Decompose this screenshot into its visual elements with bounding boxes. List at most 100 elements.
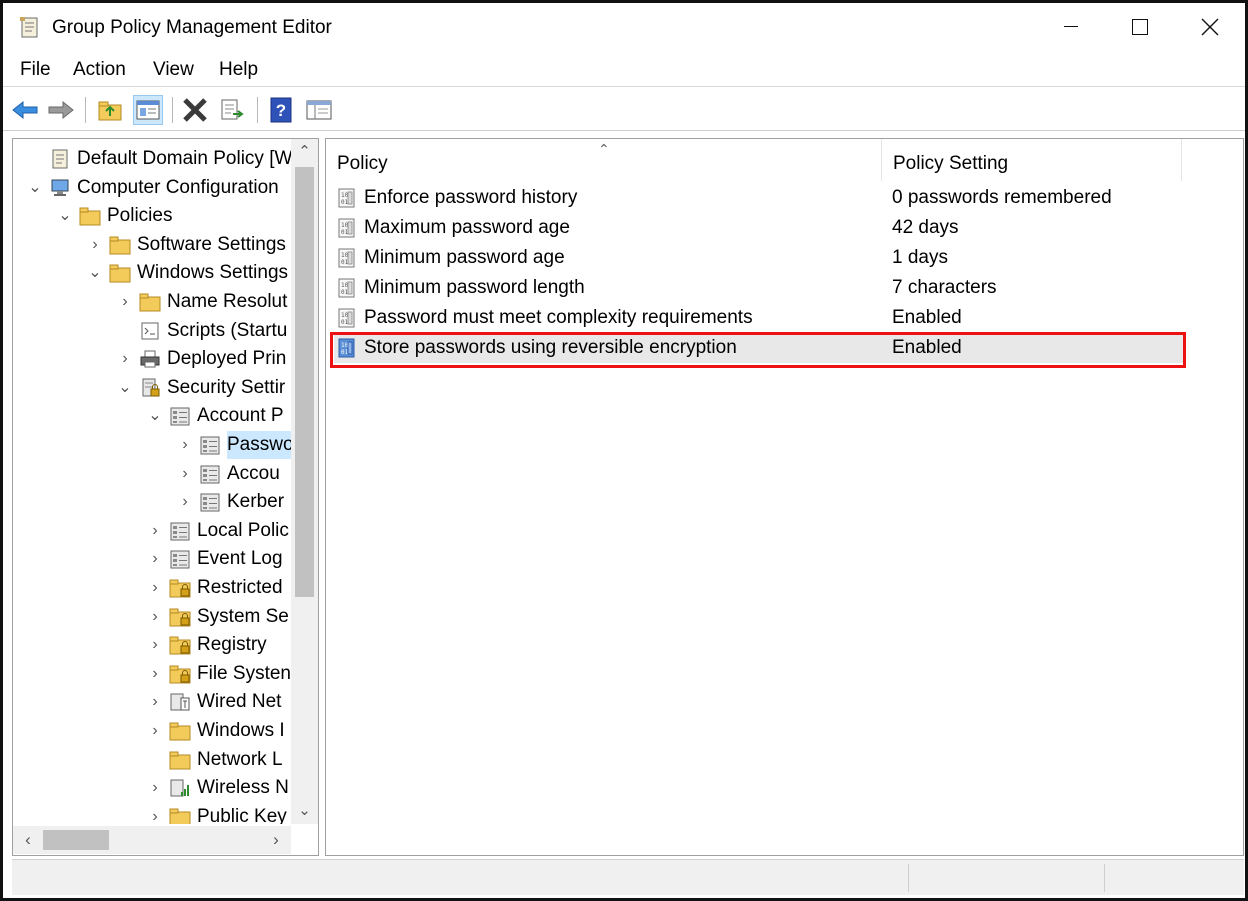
content-area: Default Domain Policy [WIN ⌄ Computer Conf… (12, 138, 1244, 858)
help-button[interactable]: ? (266, 95, 296, 125)
tree-node-label: Account P (197, 405, 284, 427)
menu-view[interactable]: View (153, 59, 194, 81)
status-segment (908, 864, 1104, 892)
policy-name: Minimum password length (364, 277, 585, 298)
chevron-right-icon[interactable]: › (117, 345, 133, 373)
column-header-setting-label: Policy Setting (893, 153, 1009, 174)
close-button[interactable] (1175, 3, 1245, 51)
tree-node[interactable]: Scripts (Startu (13, 317, 291, 345)
policy-row[interactable]: 10 01 Enforce password history 0 passwords … (334, 183, 1186, 213)
tree-node[interactable]: › Name Resolut (13, 288, 291, 316)
column-header-setting[interactable]: Policy Setting (882, 139, 1182, 181)
scroll-up-icon[interactable]: ⌃ (291, 139, 318, 165)
folder-icon (169, 750, 191, 770)
show-hide-tree-button[interactable] (133, 95, 163, 125)
chevron-right-icon[interactable]: › (147, 603, 163, 631)
chevron-right-icon[interactable]: › (147, 545, 163, 573)
chevron-right-icon[interactable]: › (147, 631, 163, 659)
tree-node-label: Wired Net (197, 691, 282, 713)
scroll-thumb[interactable] (43, 830, 109, 850)
folder-icon (139, 292, 161, 312)
svg-text:10: 10 (341, 222, 349, 229)
delete-button[interactable] (180, 95, 210, 125)
chevron-right-icon[interactable]: › (147, 803, 163, 824)
tree-vertical-scrollbar[interactable]: ⌃ ⌄ (291, 139, 318, 824)
policy-doc-icon (20, 17, 38, 38)
tree-horizontal-scrollbar[interactable]: ‹ › (13, 826, 291, 854)
up-folder-button[interactable] (95, 95, 125, 125)
policy-row[interactable]: 10 01 Password must meet complexity requir… (334, 303, 1186, 333)
tree-node[interactable]: › Public Key (13, 803, 291, 824)
wireless-network-icon (169, 778, 191, 798)
policy-list-icon (169, 521, 191, 541)
chevron-right-icon[interactable]: › (147, 517, 163, 545)
scroll-thumb[interactable] (295, 167, 314, 597)
tree-node[interactable]: ⌄ Computer Configuration (13, 174, 291, 202)
scroll-down-icon[interactable]: ⌄ (291, 798, 318, 824)
chevron-down-icon[interactable]: ⌄ (57, 202, 73, 230)
chevron-right-icon[interactable]: › (177, 488, 193, 516)
tree-node[interactable]: › Local Polic (13, 517, 291, 545)
tree-node[interactable]: › System Se (13, 603, 291, 631)
tree-node[interactable]: › Kerber (13, 488, 291, 516)
tree-node[interactable]: › Restricted (13, 574, 291, 602)
chevron-down-icon[interactable]: ⌄ (147, 402, 163, 430)
policy-row[interactable]: 10 01 Maximum password age 42 days (334, 213, 1186, 243)
tree-node[interactable]: › Software Settings (13, 231, 291, 259)
export-list-icon (221, 99, 244, 120)
forward-button[interactable] (46, 95, 76, 125)
tree-node[interactable]: › Registry (13, 631, 291, 659)
tree-node[interactable]: ⌄ Security Settir (13, 374, 291, 402)
minimize-button[interactable] (1036, 3, 1106, 51)
chevron-right-icon[interactable]: › (147, 774, 163, 802)
menu-action[interactable]: Action (73, 59, 126, 81)
chevron-right-icon[interactable]: › (117, 288, 133, 316)
policy-list-icon (199, 464, 221, 484)
tree-node[interactable]: Default Domain Policy [WIN (13, 145, 291, 173)
tree-node-label: Default Domain Policy [WIN (77, 148, 291, 169)
properties-pane-icon (306, 100, 332, 120)
folder-icon (109, 235, 131, 255)
svg-text:10: 10 (341, 192, 349, 199)
tree-node[interactable]: › Event Log (13, 545, 291, 573)
tree-node[interactable]: Network L (13, 746, 291, 774)
folder-icon (79, 206, 101, 226)
chevron-right-icon[interactable]: › (87, 231, 103, 259)
scroll-right-icon[interactable]: › (263, 826, 289, 854)
chevron-down-icon[interactable]: ⌄ (27, 174, 43, 202)
tree-node[interactable]: ⌄ Account P (13, 402, 291, 430)
policy-name: Enforce password history (364, 187, 578, 208)
policy-setting-icon: 10 01 (337, 188, 357, 208)
column-header-policy-label: Policy (337, 153, 388, 174)
chevron-right-icon[interactable]: › (177, 431, 193, 459)
tree-node[interactable]: › Accou (13, 460, 291, 488)
tree-node[interactable]: › Windows I (13, 717, 291, 745)
properties-pane-button[interactable] (304, 95, 334, 125)
svg-text:10: 10 (341, 282, 349, 289)
policy-row[interactable]: 10 01 Minimum password length 7 characters (334, 273, 1186, 303)
policy-setting-value: 7 characters (892, 277, 997, 298)
tree-node[interactable]: › Deployed Prin (13, 345, 291, 373)
close-icon (1201, 18, 1219, 36)
tree-node[interactable]: › Passwo (13, 431, 291, 459)
chevron-right-icon[interactable]: › (147, 688, 163, 716)
chevron-down-icon[interactable]: ⌄ (87, 259, 103, 287)
maximize-button[interactable] (1105, 3, 1175, 51)
tree-node[interactable]: ⌄ Windows Settings (13, 259, 291, 287)
menu-help[interactable]: Help (219, 59, 258, 81)
tree-node[interactable]: ⌄ Policies (13, 202, 291, 230)
chevron-right-icon[interactable]: › (147, 717, 163, 745)
back-button[interactable] (10, 95, 40, 125)
chevron-right-icon[interactable]: › (147, 660, 163, 688)
scroll-left-icon[interactable]: ‹ (15, 826, 41, 854)
chevron-right-icon[interactable]: › (147, 574, 163, 602)
policy-row[interactable]: 10 01 Minimum password age 1 days (334, 243, 1186, 273)
export-list-button[interactable] (217, 95, 247, 125)
tree-node[interactable]: › Wireless N (13, 774, 291, 802)
chevron-right-icon[interactable]: › (177, 460, 193, 488)
chevron-down-icon[interactable]: ⌄ (117, 374, 133, 402)
policy-setting-value: 1 days (892, 247, 948, 268)
tree-node[interactable]: › Wired Net (13, 688, 291, 716)
tree-node[interactable]: › File Systen (13, 660, 291, 688)
menu-file[interactable]: File (20, 59, 51, 81)
